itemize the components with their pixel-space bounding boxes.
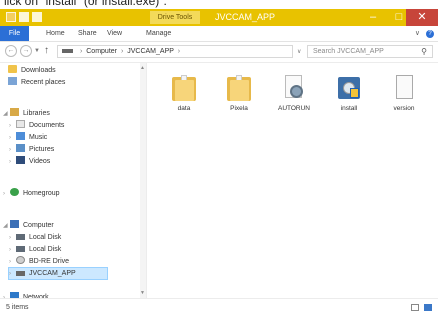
- item-count: 5 items: [6, 304, 29, 311]
- drive-icon: [62, 49, 73, 54]
- search-icon: ⚲: [421, 47, 427, 56]
- collapsed-arrow-icon[interactable]: ›: [9, 233, 16, 244]
- collapsed-arrow-icon[interactable]: ›: [9, 145, 16, 156]
- new-folder-icon[interactable]: [32, 12, 42, 22]
- music-icon: [16, 132, 25, 140]
- minimize-button[interactable]: –: [360, 9, 386, 26]
- collapsed-arrow-icon[interactable]: ›: [3, 189, 10, 200]
- nav-item-pictures[interactable]: › Pictures: [9, 144, 54, 155]
- back-button[interactable]: ←: [5, 45, 17, 57]
- caption-text: lick on "install" (or install.exe)".: [0, 0, 438, 9]
- expanded-arrow-icon[interactable]: ◢: [3, 221, 10, 232]
- collapsed-arrow-icon[interactable]: ›: [9, 157, 16, 168]
- path-separator: ›: [177, 48, 181, 55]
- title-bar: Drive Tools JVCCAM_APP – □ ✕: [0, 9, 438, 26]
- file-item-data[interactable]: data: [163, 73, 205, 112]
- nav-item-homegroup[interactable]: › Homegroup: [3, 188, 60, 199]
- tab-home[interactable]: Home: [46, 26, 65, 41]
- address-dropdown-icon[interactable]: ∨: [297, 48, 301, 55]
- nav-scrollbar[interactable]: ▲ ▼: [140, 63, 146, 298]
- tab-share[interactable]: Share: [78, 26, 97, 41]
- recent-places-icon: [8, 77, 17, 85]
- path-separator: ›: [120, 48, 124, 55]
- local-disk-icon: [16, 246, 25, 252]
- nav-item-bd-drive[interactable]: › BD-RE Drive: [9, 256, 69, 267]
- folder-icon[interactable]: [6, 12, 16, 22]
- libraries-icon: [10, 108, 19, 116]
- local-disk-icon: [16, 234, 25, 240]
- nav-item-downloads[interactable]: Downloads: [8, 65, 56, 76]
- breadcrumb-computer[interactable]: Computer: [86, 48, 117, 55]
- scroll-up-icon[interactable]: ▲: [140, 65, 145, 71]
- file-item-pixela[interactable]: Pixela: [218, 73, 260, 112]
- window-title: JVCCAM_APP: [215, 12, 276, 22]
- close-button[interactable]: ✕: [406, 9, 438, 26]
- expand-ribbon-icon[interactable]: ∨: [415, 30, 420, 37]
- homegroup-icon: [10, 188, 19, 196]
- drive-tools-tab[interactable]: Drive Tools: [150, 11, 200, 24]
- folder-icon: [172, 73, 196, 103]
- nav-item-jvccam-app[interactable]: › JVCCAM_APP: [8, 267, 108, 280]
- nav-item-local-disk-1[interactable]: › Local Disk: [9, 232, 61, 243]
- nav-item-videos[interactable]: › Videos: [9, 156, 50, 167]
- folder-icon: [227, 73, 251, 103]
- tab-view[interactable]: View: [107, 26, 122, 41]
- tab-manage[interactable]: Manage: [146, 26, 171, 41]
- documents-icon: [16, 120, 25, 128]
- nav-item-documents[interactable]: › Documents: [9, 120, 64, 131]
- bd-drive-icon: [16, 256, 25, 264]
- recent-locations-icon[interactable]: ▼: [34, 48, 40, 54]
- explorer-window: Drive Tools JVCCAM_APP – □ ✕ File Home S…: [0, 9, 438, 317]
- usb-drive-icon: [16, 271, 25, 276]
- collapsed-arrow-icon[interactable]: ›: [9, 257, 16, 268]
- collapsed-arrow-icon[interactable]: ›: [9, 133, 16, 144]
- text-file-icon: [392, 73, 416, 103]
- file-label: Pixela: [230, 105, 248, 112]
- collapsed-arrow-icon[interactable]: ›: [9, 269, 16, 280]
- autorun-file-icon: [282, 73, 306, 103]
- file-label: install: [340, 105, 358, 112]
- navigation-pane[interactable]: Downloads Recent places ◢ Libraries › Docu…: [0, 63, 147, 301]
- nav-item-libraries[interactable]: ◢ Libraries: [3, 108, 50, 119]
- nav-item-music[interactable]: › Music: [9, 132, 47, 143]
- address-bar[interactable]: › Computer › JVCCAM_APP ›: [57, 45, 293, 58]
- collapsed-arrow-icon[interactable]: ›: [9, 121, 16, 132]
- file-label: data: [177, 105, 191, 112]
- file-item-version[interactable]: version: [383, 73, 425, 112]
- properties-icon[interactable]: [19, 12, 29, 22]
- expanded-arrow-icon[interactable]: ◢: [3, 109, 10, 120]
- forward-button[interactable]: →: [20, 45, 32, 57]
- file-label: AUTORUN: [277, 105, 311, 112]
- status-bar: 5 items: [0, 298, 438, 317]
- quick-access-toolbar: [6, 12, 42, 22]
- up-button[interactable]: ↑: [44, 45, 49, 56]
- nav-item-recent-places[interactable]: Recent places: [8, 77, 65, 88]
- file-list: data Pixela AUTORUN install version: [147, 63, 438, 298]
- address-toolbar: ← → ▼ ↑ › Computer › JVCCAM_APP › ∨ Sear…: [0, 42, 438, 63]
- pictures-icon: [16, 144, 25, 152]
- videos-icon: [16, 156, 25, 164]
- scroll-down-icon[interactable]: ▼: [140, 290, 145, 296]
- search-placeholder: Search JVCCAM_APP: [313, 48, 384, 55]
- ribbon-controls: ∨ ?: [415, 29, 434, 38]
- computer-icon: [10, 220, 19, 228]
- path-separator: ›: [79, 48, 83, 55]
- nav-item-local-disk-2[interactable]: › Local Disk: [9, 244, 61, 255]
- collapsed-arrow-icon[interactable]: ›: [9, 245, 16, 256]
- large-icons-view-icon[interactable]: [424, 304, 432, 311]
- nav-item-computer[interactable]: ◢ Computer: [3, 220, 54, 231]
- search-input[interactable]: Search JVCCAM_APP ⚲: [307, 45, 433, 58]
- installer-icon: [337, 73, 361, 103]
- tab-file[interactable]: File: [0, 26, 29, 41]
- details-view-icon[interactable]: [411, 304, 419, 311]
- help-icon[interactable]: ?: [426, 30, 434, 38]
- file-label: version: [393, 105, 415, 112]
- file-item-install[interactable]: install: [328, 73, 370, 112]
- breadcrumb-drive[interactable]: JVCCAM_APP: [127, 48, 174, 55]
- file-item-autorun[interactable]: AUTORUN: [273, 73, 315, 112]
- ribbon-tabs: File Home Share View Manage ∨ ?: [0, 26, 438, 42]
- downloads-icon: [8, 65, 17, 73]
